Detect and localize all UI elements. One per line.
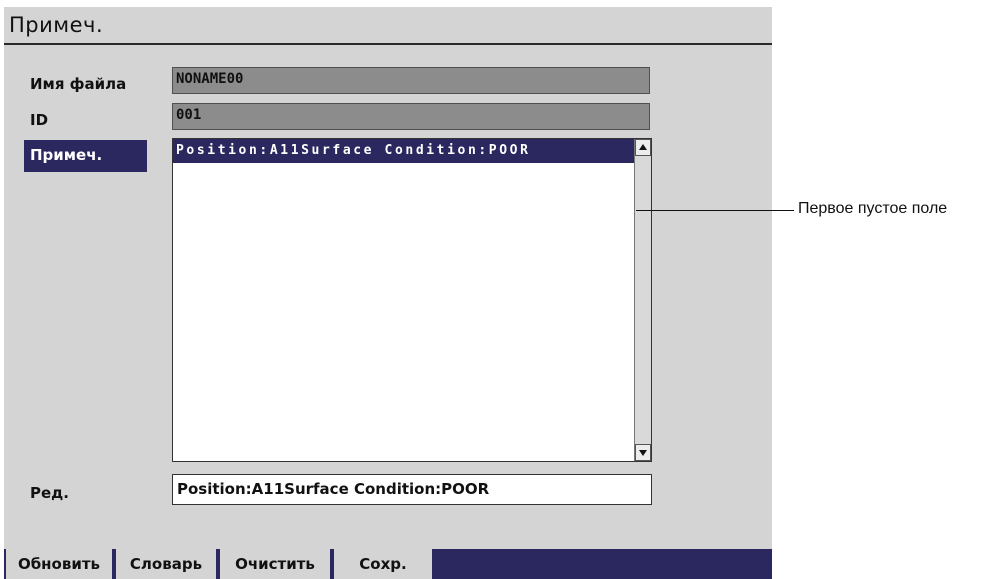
callout-label: Первое пустое поле (798, 200, 948, 217)
scroll-up-button[interactable] (635, 139, 651, 156)
dictionary-button[interactable]: Словарь (116, 549, 216, 579)
scroll-down-button[interactable] (635, 444, 651, 461)
device-screen: Примеч. Имя файла NONAME00 ID 001 Примеч… (4, 7, 772, 579)
arrow-up-icon (639, 144, 647, 150)
edit-input[interactable]: Position:A11Surface Condition:POOR (172, 474, 652, 505)
id-field[interactable]: 001 (172, 103, 650, 130)
save-button[interactable]: Сохр. (334, 549, 432, 579)
notes-label[interactable]: Примеч. (24, 140, 147, 172)
filename-field[interactable]: NONAME00 (172, 67, 650, 94)
notes-list[interactable]: Position:A11Surface Condition:POOR (172, 138, 652, 462)
notes-scrollbar[interactable] (634, 139, 651, 461)
notes-line-selected[interactable]: Position:A11Surface Condition:POOR (173, 139, 634, 163)
softkey-bar: Обновить Словарь Очистить Сохр. (4, 549, 772, 579)
arrow-down-icon (639, 450, 647, 456)
clear-button[interactable]: Очистить (220, 549, 330, 579)
filename-label: Имя файла (30, 75, 127, 93)
callout-line (636, 210, 794, 211)
update-button[interactable]: Обновить (6, 549, 112, 579)
edit-label: Ред. (30, 484, 69, 502)
id-label: ID (30, 111, 49, 129)
title-bar: Примеч. (4, 7, 772, 45)
page-title: Примеч. (9, 13, 104, 37)
